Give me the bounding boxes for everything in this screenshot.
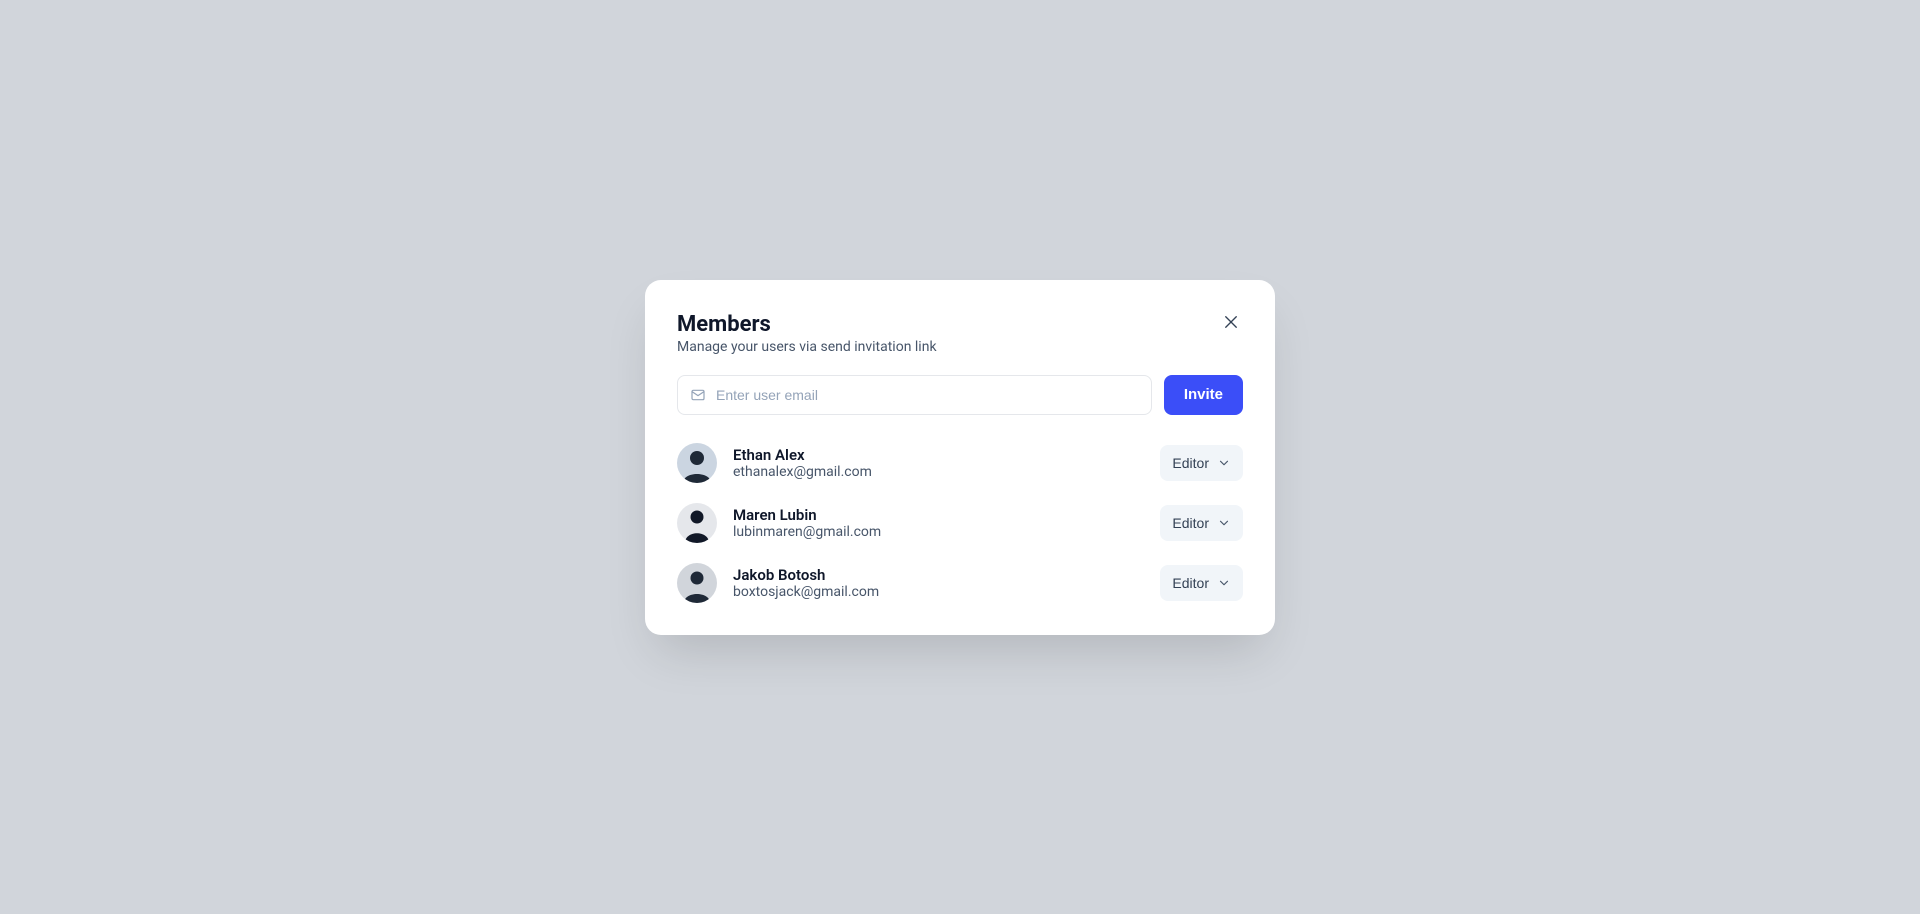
role-selector[interactable]: Editor (1160, 565, 1243, 601)
member-row: Jakob Botosh boxtosjack@gmail.com Editor (677, 563, 1243, 603)
members-modal: Members Manage your users via send invit… (645, 280, 1275, 635)
role-selector[interactable]: Editor (1160, 505, 1243, 541)
member-email: boxtosjack@gmail.com (733, 584, 879, 600)
member-name: Maren Lubin (733, 506, 881, 524)
member-name: Jakob Botosh (733, 566, 879, 584)
invite-row: Invite (677, 375, 1243, 415)
member-info: Maren Lubin lubinmaren@gmail.com (733, 506, 881, 540)
role-label: Editor (1172, 455, 1209, 471)
modal-subtitle: Manage your users via send invitation li… (677, 339, 937, 355)
role-label: Editor (1172, 515, 1209, 531)
member-email: ethanalex@gmail.com (733, 464, 872, 480)
close-icon (1222, 313, 1240, 334)
avatar (677, 503, 717, 543)
role-selector[interactable]: Editor (1160, 445, 1243, 481)
member-info: Ethan Alex ethanalex@gmail.com (733, 446, 872, 480)
chevron-down-icon (1217, 516, 1231, 530)
member-info: Jakob Botosh boxtosjack@gmail.com (733, 566, 879, 600)
header-text-block: Members Manage your users via send invit… (677, 312, 937, 355)
member-row: Ethan Alex ethanalex@gmail.com Editor (677, 443, 1243, 483)
member-left: Ethan Alex ethanalex@gmail.com (677, 443, 872, 483)
role-label: Editor (1172, 575, 1209, 591)
mail-icon (690, 387, 706, 403)
member-left: Maren Lubin lubinmaren@gmail.com (677, 503, 881, 543)
member-list: Ethan Alex ethanalex@gmail.com Editor (677, 443, 1243, 603)
member-left: Jakob Botosh boxtosjack@gmail.com (677, 563, 879, 603)
chevron-down-icon (1217, 576, 1231, 590)
avatar (677, 563, 717, 603)
member-name: Ethan Alex (733, 446, 872, 464)
email-input-wrapper[interactable] (677, 375, 1152, 415)
member-email: lubinmaren@gmail.com (733, 524, 881, 540)
email-input[interactable] (716, 387, 1139, 403)
close-button[interactable] (1219, 312, 1243, 336)
modal-header: Members Manage your users via send invit… (677, 312, 1243, 355)
avatar (677, 443, 717, 483)
invite-button[interactable]: Invite (1164, 375, 1243, 415)
chevron-down-icon (1217, 456, 1231, 470)
member-row: Maren Lubin lubinmaren@gmail.com Editor (677, 503, 1243, 543)
modal-title: Members (677, 312, 937, 337)
